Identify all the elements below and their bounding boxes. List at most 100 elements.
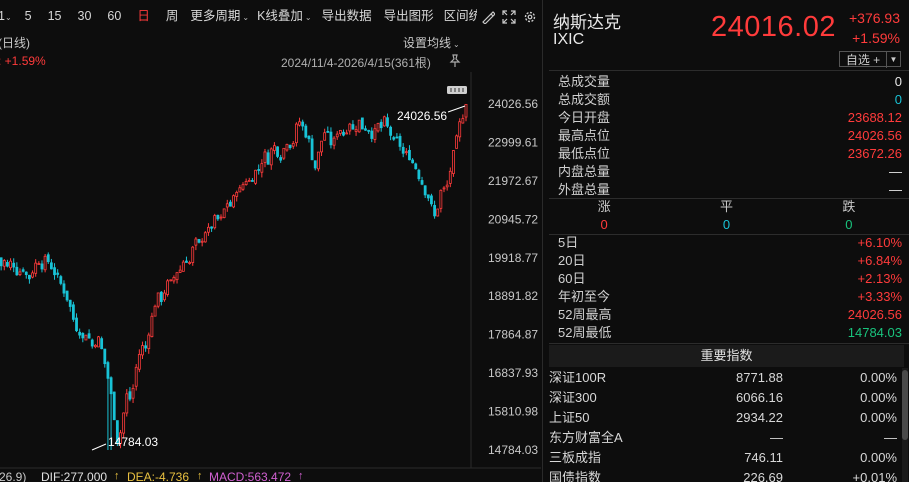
index-row[interactable]: 国债指数 226.69 +0.01% — [543, 468, 903, 482]
candle-body — [87, 333, 91, 339]
index-row[interactable]: 东方财富全A — — — [543, 428, 903, 448]
candle-body — [426, 194, 430, 199]
index-row-value: 6066.16 — [736, 390, 783, 405]
index-row[interactable]: 深证100R 8771.88 0.00% — [543, 368, 903, 388]
index-row[interactable]: 上证50 2934.22 0.00% — [543, 408, 903, 428]
candle-body — [49, 262, 53, 270]
candle-body — [2, 260, 6, 267]
candle-body — [294, 123, 298, 144]
candle-body — [254, 169, 257, 184]
candle-body — [109, 377, 113, 395]
candle-body — [78, 331, 82, 336]
stat-label: 年初至今 — [558, 289, 611, 304]
index-table-title: 重要指数 — [549, 345, 904, 367]
candle-body — [452, 150, 455, 174]
y-tick-label: 16837.93 — [488, 366, 538, 380]
stat-value: +6.84% — [857, 253, 902, 268]
candle-body — [379, 121, 383, 129]
stat-label: 总成交额 — [558, 92, 611, 107]
index-table[interactable]: 深证100R 8771.88 0.00% 深证300 6066.16 0.00% 上证50 2… — [543, 368, 903, 482]
y-tick-label: 15810.98 — [488, 405, 538, 419]
quote-header: 纳斯达克 IXIC 24016.02 +376.93 +1.59% 自选 + ▼ — [543, 0, 909, 70]
candle-body — [0, 257, 3, 267]
candle-body — [247, 180, 251, 182]
stat-label: 总成交量 — [558, 74, 611, 89]
watchlist-button[interactable]: 自选 + ▼ — [839, 50, 901, 68]
index-row[interactable]: 深证300 6066.16 0.00% — [543, 388, 903, 408]
candle-body — [34, 262, 38, 274]
candle-body — [348, 123, 352, 132]
chevron-down-icon[interactable]: ▼ — [887, 55, 900, 64]
scrollbar-thumb[interactable] — [902, 370, 908, 440]
chart-area[interactable]: 1⌄ 5 15 30 60 日 周 更多周期 ⌄ K线叠加 ⌄ 导出数据 导出图形 … — [0, 0, 541, 482]
stat-value: — — [889, 164, 902, 179]
candle-body — [141, 345, 144, 356]
indicator-bar: 26.9) DIF:277.000 ↑ DEA:-4.736 ↑ MACD:56… — [0, 470, 541, 482]
candle-body — [166, 280, 170, 295]
candle-body — [436, 208, 440, 217]
candle-body — [175, 272, 179, 280]
high-label: 24026.56 — [397, 109, 447, 123]
y-axis: 24026.56 22999.61 21972.67 20945.72 19918.77… — [488, 97, 538, 457]
candle-body — [266, 152, 270, 165]
candle-body — [269, 148, 273, 166]
flat-label: 平 — [719, 199, 733, 214]
up-arrow-icon: ↑ — [298, 470, 304, 482]
candle-body — [84, 334, 88, 341]
candle-body — [304, 125, 308, 138]
candle-body — [408, 149, 411, 161]
candle-body — [351, 124, 355, 130]
candle-body — [90, 339, 94, 347]
candle-body — [6, 262, 9, 267]
high-pointer — [447, 105, 466, 113]
stat-label: 最低点位 — [558, 146, 611, 161]
stat-label: 外盘总量 — [558, 182, 611, 197]
stat-row: 60日 +2.13% — [543, 270, 909, 288]
stat-row: 年初至今 +3.33% — [543, 288, 909, 306]
candle-body — [185, 260, 188, 263]
candle-body — [163, 292, 166, 301]
scroll-indicator-icon[interactable] — [447, 86, 467, 94]
index-price: 24016.02 — [711, 11, 836, 43]
y-tick-label: 18891.82 — [488, 289, 538, 303]
candle-body — [12, 262, 16, 268]
index-row[interactable]: 三板成指 746.11 0.00% — [543, 448, 903, 468]
candle-body — [273, 145, 276, 151]
stat-row: 52周最低 14784.03 — [543, 324, 909, 342]
candle-body — [411, 159, 415, 164]
candle-body — [134, 366, 138, 387]
candle-body — [345, 132, 349, 135]
candle-body — [395, 136, 399, 139]
index-change-pct: +1.59% — [852, 30, 900, 46]
candle-body — [125, 393, 129, 414]
candle-body — [332, 137, 336, 146]
candle-body — [367, 129, 371, 132]
index-code: IXIC — [553, 31, 585, 48]
candle-body — [128, 391, 132, 400]
index-row-pct: — — [884, 430, 897, 445]
stat-row: 内盘总量 — — [543, 163, 909, 181]
candle-body — [461, 118, 465, 124]
y-tick-label: 22999.61 — [488, 135, 538, 149]
stat-label: 20日 — [558, 253, 586, 268]
candle-body — [338, 129, 342, 134]
candle-body — [370, 130, 374, 139]
index-row-pct: 0.00% — [860, 370, 897, 385]
stat-value: +6.10% — [857, 235, 902, 250]
advance-count: 0 — [600, 217, 608, 232]
candle-body — [373, 128, 377, 140]
candle-body — [75, 317, 78, 332]
candle-body — [313, 160, 317, 169]
kline-chart[interactable]: 24026.56 22999.61 21972.67 20945.72 19918.77… — [0, 0, 541, 482]
candle-body — [178, 269, 182, 273]
advance-label: 涨 — [597, 199, 611, 214]
indicator-first: 26.9) — [0, 470, 27, 482]
candle-body — [24, 271, 28, 276]
stat-value: 0 — [894, 74, 902, 89]
candle-body — [445, 184, 449, 188]
index-name: 纳斯达克 — [553, 13, 621, 32]
candle-body — [9, 260, 12, 269]
candles — [0, 103, 468, 450]
candle-body — [203, 232, 207, 243]
candle-body — [285, 144, 289, 151]
